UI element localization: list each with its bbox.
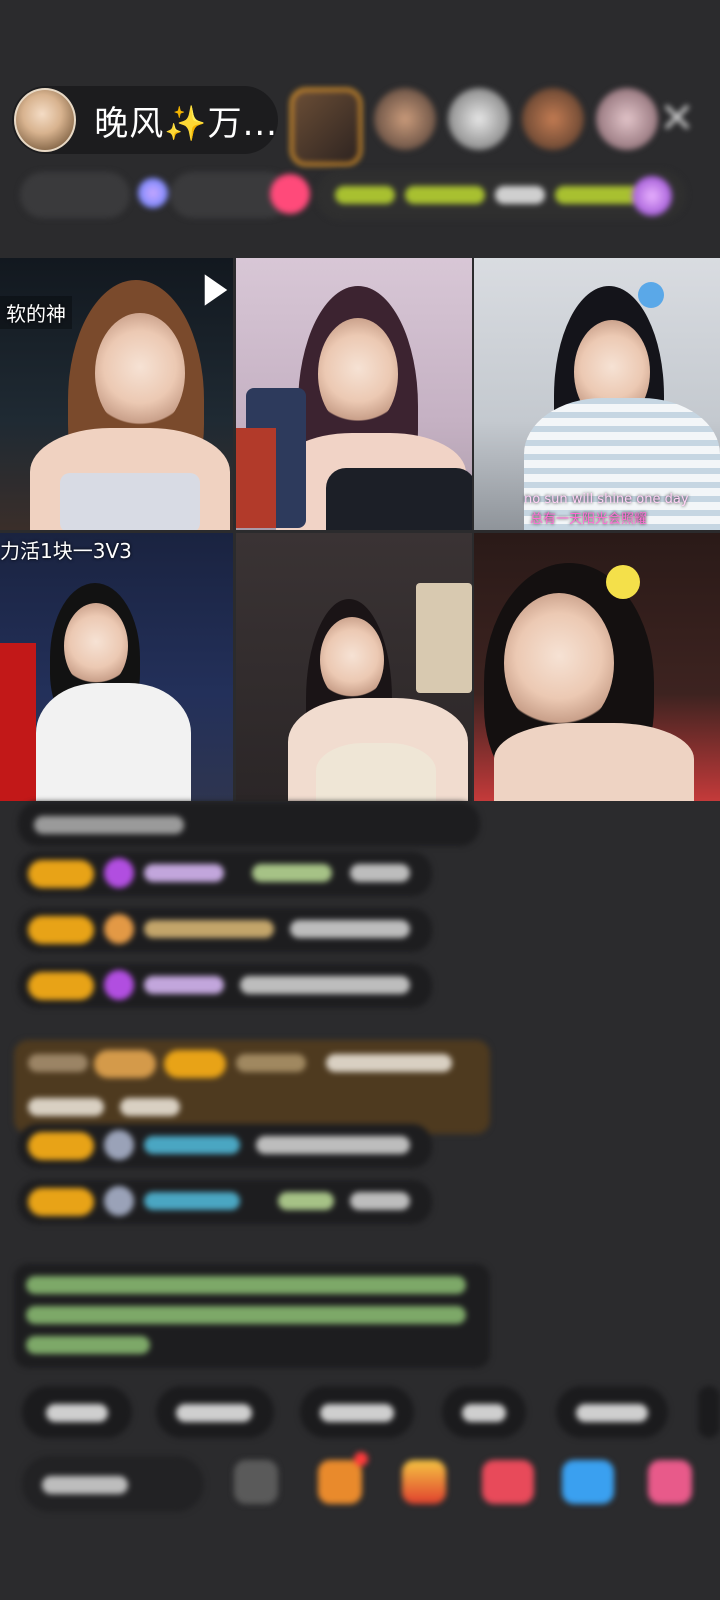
viewer-avatar[interactable] — [522, 88, 584, 150]
viewer-avatar[interactable] — [448, 88, 510, 150]
chat-bubble-icon[interactable] — [562, 1460, 614, 1504]
level-badge — [28, 972, 94, 1000]
video-tile[interactable]: 力活1块一3V3 — [0, 533, 233, 801]
host-name: 晚风✨万... — [94, 103, 278, 144]
gem-icon — [104, 1186, 134, 1216]
video-tile[interactable]: no sun will shine one day 总有一天阳光会照耀 — [474, 258, 720, 530]
host-avatar[interactable] — [14, 88, 77, 152]
level-badge — [28, 1132, 94, 1160]
video-tile[interactable] — [236, 533, 472, 801]
level-badge — [28, 860, 94, 888]
tile-label: 力活1块一3V3 — [0, 539, 132, 563]
top-viewer-avatars — [290, 88, 658, 166]
more-icon[interactable] — [648, 1460, 692, 1504]
video-grid: 软的神 no sun will shine one day 总有一天阳光会照耀 … — [0, 258, 720, 816]
game-icon[interactable] — [482, 1460, 534, 1504]
viewer-avatar[interactable] — [596, 88, 658, 150]
info-chip-row — [20, 170, 690, 222]
chip[interactable] — [20, 172, 130, 218]
viewer-avatar[interactable] — [290, 88, 362, 166]
gift-box-icon[interactable] — [318, 1460, 362, 1504]
tile-caption: no sun will shine one day — [524, 492, 689, 507]
level-badge — [28, 916, 94, 944]
video-tile[interactable]: 软的神 — [0, 258, 233, 530]
gift-icon[interactable] — [402, 1460, 446, 1504]
gem-icon — [104, 1130, 134, 1160]
level-badge — [28, 1188, 94, 1216]
tile-caption-sub: 总有一天阳光会照耀 — [530, 512, 648, 527]
chip-icon — [632, 176, 672, 216]
video-tile[interactable] — [474, 533, 720, 801]
host-info-capsule[interactable]: 晚风✨万... — [12, 86, 278, 154]
quick-reply-chip[interactable] — [698, 1386, 720, 1438]
chip-icon — [138, 178, 168, 208]
gem-icon — [104, 858, 134, 888]
play-icon[interactable] — [203, 272, 229, 308]
chip-icon — [270, 174, 310, 214]
gem-icon — [104, 970, 134, 1000]
tile-label: 软的神 — [0, 296, 72, 329]
close-icon[interactable] — [660, 100, 694, 134]
viewer-avatar[interactable] — [374, 88, 436, 150]
gem-icon — [104, 914, 134, 944]
emoji-icon[interactable] — [234, 1460, 278, 1504]
video-tile[interactable] — [236, 258, 472, 530]
